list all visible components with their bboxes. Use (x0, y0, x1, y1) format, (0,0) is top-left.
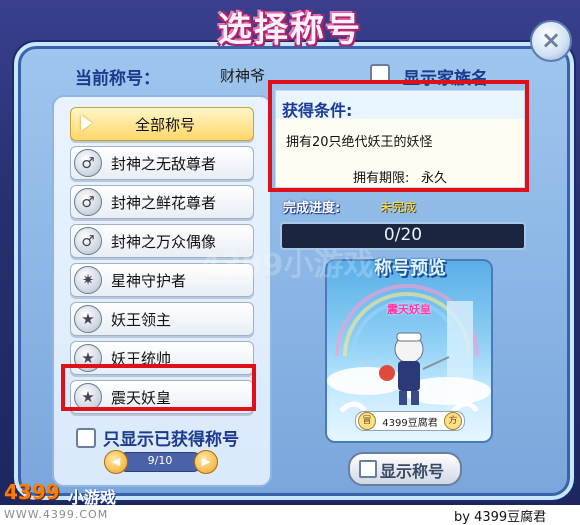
close-button[interactable]: × (530, 20, 572, 62)
star-badge-icon: ★ (74, 305, 102, 333)
chevron-left-icon: ◀ (111, 455, 121, 468)
nameplate-right-badge: 方 (444, 412, 462, 430)
title-list-item-label: 封神之鲜花尊者 (111, 194, 217, 212)
fengshen-badge-icon: ♂ (74, 149, 102, 177)
next-page-button[interactable]: ▶ (194, 450, 218, 474)
title-list-item-label: 星神守护者 (111, 272, 187, 290)
logo: 4399 (4, 480, 60, 504)
page-pager: 9/10 ◀ ▶ (100, 450, 218, 474)
star-guardian-icon: ✷ (74, 266, 102, 294)
all-titles-button[interactable]: 全部称号 (70, 107, 254, 141)
title-list-item-label: 封神之无敌尊者 (111, 155, 217, 173)
show-title-label: 显示称号 (380, 462, 445, 481)
author-credit: by 4399豆腐君 (454, 510, 547, 525)
window-title: 选择称号 (218, 10, 362, 50)
watermark: 4399小游戏 (200, 248, 374, 283)
play-arrow-icon (81, 115, 92, 131)
page-indicator: 9/10 (147, 454, 173, 467)
nameplate: 冒 4399豆腐君 方 (355, 411, 465, 431)
title-list-item[interactable]: ♂ 封神之鲜花尊者 (70, 185, 254, 219)
preview-title-name: 震天妖皇 (387, 303, 431, 316)
current-title-label: 当前称号： (75, 69, 160, 89)
highlight-condition (268, 80, 529, 192)
progress-status: 未完成 (380, 200, 417, 214)
show-title-button[interactable]: 显示称号 (348, 452, 462, 486)
page-indicator-track: 9/10 (118, 452, 202, 472)
only-owned-label[interactable]: 只显示已获得称号 (103, 425, 239, 450)
highlight-selected-title (61, 364, 256, 411)
chevron-right-icon: ▶ (201, 455, 211, 468)
all-titles-label: 全部称号 (135, 116, 196, 134)
close-icon: × (540, 26, 562, 54)
title-list-item[interactable]: ★ 妖王领主 (70, 302, 254, 336)
title-list-item[interactable]: ♂ 封神之无敌尊者 (70, 146, 254, 180)
current-title-value: 财神爷 (220, 67, 266, 85)
fengshen-badge-icon: ♂ (74, 227, 102, 255)
progress-label: 完成进度: (283, 201, 341, 216)
prev-page-button[interactable]: ◀ (104, 450, 128, 474)
show-title-checkbox[interactable] (359, 460, 377, 478)
logo-url: WWW.4399.COM (4, 508, 109, 521)
title-selection-window: ★ ✦ 选择称号 × 当前称号： 财神爷 显示家族名 全部称号 ♂封神之无敌尊者… (0, 0, 580, 505)
logo-suffix: 小游戏 (68, 488, 117, 505)
title-list-item-label: 妖王领主 (111, 311, 172, 329)
fengshen-badge-icon: ♂ (74, 188, 102, 216)
only-owned-checkbox[interactable] (76, 428, 96, 448)
title-preview-box: 震天妖皇 冒 4399豆腐君 方 (325, 259, 493, 443)
